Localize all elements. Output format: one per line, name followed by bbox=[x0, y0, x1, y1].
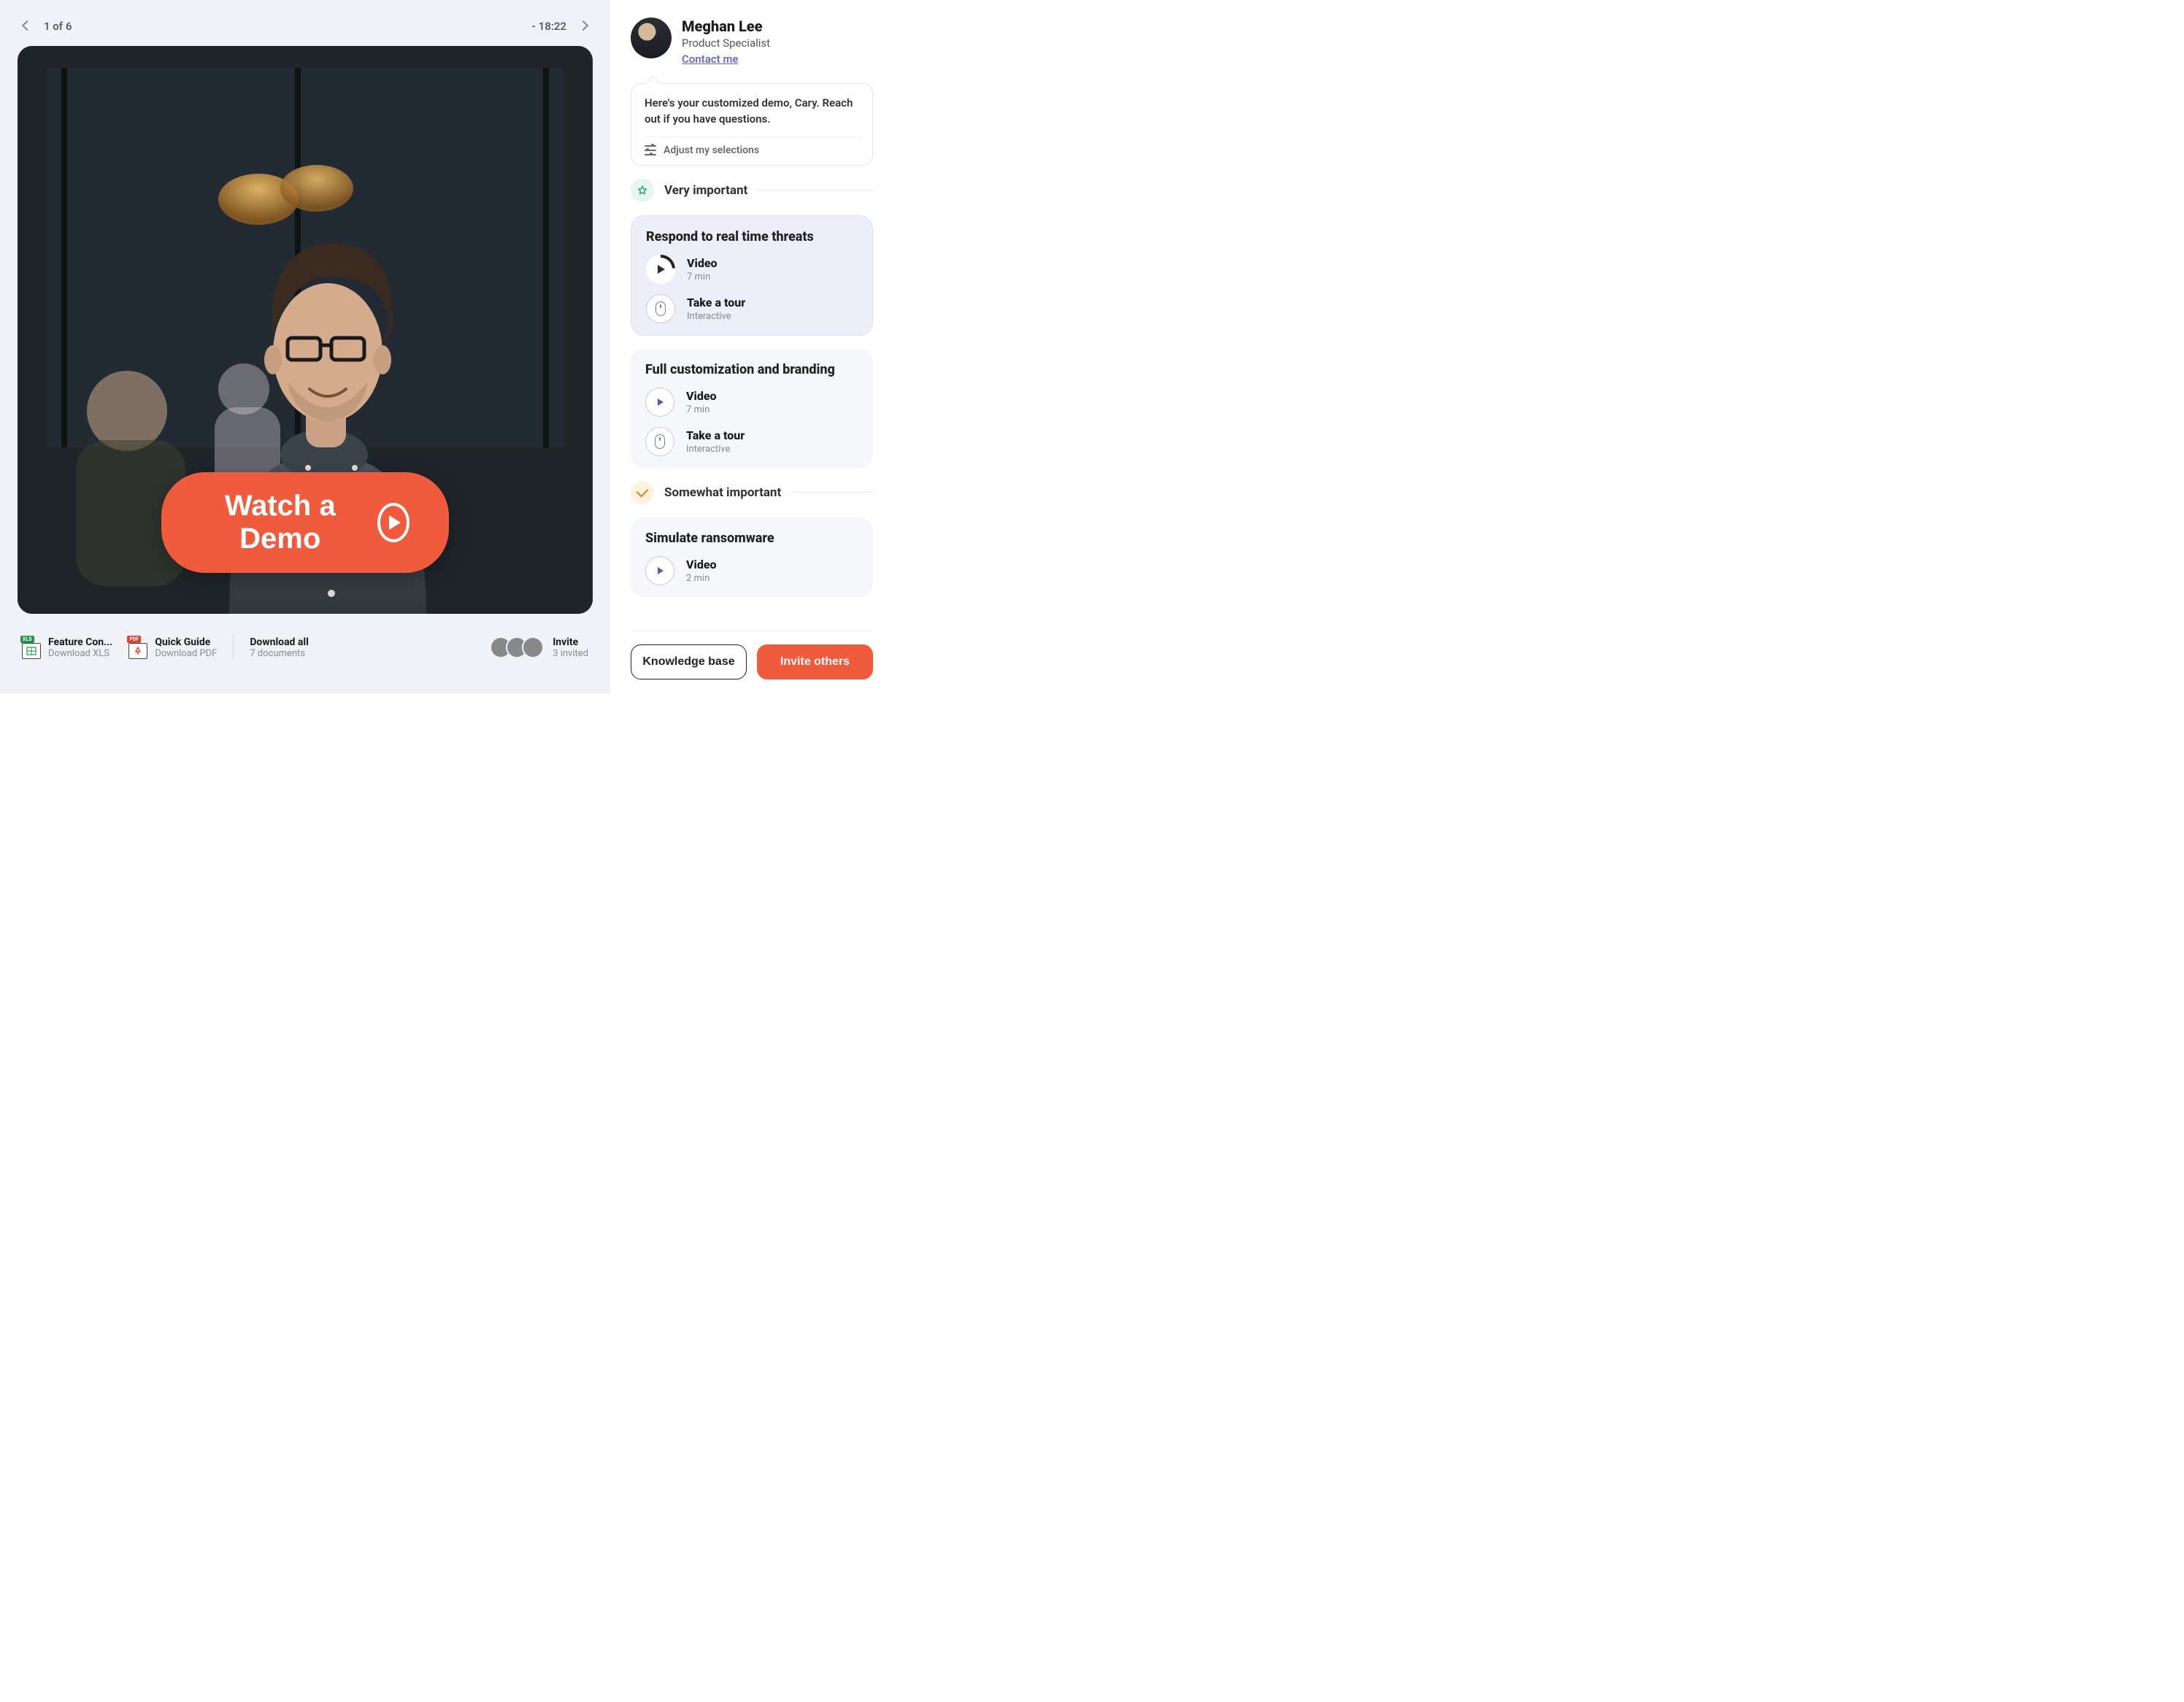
download-all-title: Download all bbox=[250, 636, 309, 648]
position-indicator: 1 of 6 bbox=[44, 20, 72, 33]
play-icon bbox=[377, 503, 410, 542]
play-icon bbox=[645, 556, 674, 585]
specialist-name: Meghan Lee bbox=[682, 18, 770, 35]
download-xls[interactable]: XLS Feature Con... Download XLS bbox=[22, 636, 112, 659]
main-top-bar: 1 of 6 - 18:22 bbox=[18, 18, 593, 34]
invite-block[interactable]: Invite 3 invited bbox=[490, 636, 588, 659]
sliders-icon bbox=[645, 145, 656, 156]
pdf-icon: PDF bbox=[128, 636, 147, 659]
importance-very-label: Very important bbox=[664, 183, 747, 198]
watch-demo-label: Watch a Demo bbox=[201, 490, 360, 555]
chevron-left-icon bbox=[22, 20, 32, 31]
play-icon bbox=[645, 388, 674, 417]
invite-sub: 3 invited bbox=[553, 648, 588, 659]
card-ransomware-video[interactable]: Video 2 min bbox=[645, 556, 858, 585]
card-threats-title: Respond to real time threats bbox=[646, 229, 858, 244]
xls-icon: XLS bbox=[22, 636, 41, 659]
importance-some-label: Somewhat important bbox=[664, 485, 781, 500]
card-ransomware: Simulate ransomware Video 2 min bbox=[631, 517, 873, 597]
card-branding-tour[interactable]: Take a tour Interactive bbox=[645, 427, 858, 456]
bubble-message: Here's your customized demo, Cary. Reach… bbox=[645, 96, 859, 128]
card-threats-tour[interactable]: Take a tour Interactive bbox=[646, 294, 858, 323]
download-all-sub: 7 documents bbox=[250, 648, 309, 659]
adjust-label: Adjust my selections bbox=[664, 145, 759, 156]
card-threats: Respond to real time threats Video 7 min… bbox=[631, 215, 873, 336]
specialist-role: Product Specialist bbox=[682, 36, 770, 50]
doc2-title: Quick Guide bbox=[155, 636, 217, 648]
doc1-sub: Download XLS bbox=[48, 648, 112, 659]
doc2-sub: Download PDF bbox=[155, 648, 217, 659]
invite-title: Invite bbox=[553, 636, 588, 648]
chevron-right-icon bbox=[578, 20, 588, 31]
star-icon bbox=[631, 179, 654, 202]
welcome-bubble: Here's your customized demo, Cary. Reach… bbox=[631, 83, 873, 166]
time-remaining: - 18:22 bbox=[531, 20, 566, 33]
watch-demo-button[interactable]: Watch a Demo bbox=[161, 472, 449, 573]
specialist-avatar bbox=[631, 18, 672, 58]
importance-somewhat: Somewhat important bbox=[631, 481, 873, 504]
invited-avatars bbox=[490, 636, 544, 658]
divider bbox=[233, 634, 234, 661]
card-branding: Full customization and branding Video 7 … bbox=[631, 349, 873, 468]
check-icon bbox=[631, 481, 654, 504]
card-ransomware-title: Simulate ransomware bbox=[645, 531, 858, 546]
download-all[interactable]: Download all 7 documents bbox=[250, 636, 309, 659]
mouse-icon bbox=[646, 294, 675, 323]
mouse-icon bbox=[645, 427, 674, 456]
progress-play-icon bbox=[646, 255, 675, 284]
importance-very: Very important bbox=[631, 179, 873, 202]
card-branding-video[interactable]: Video 7 min bbox=[645, 388, 858, 417]
knowledge-base-button[interactable]: Knowledge base bbox=[631, 644, 747, 679]
hero-video-preview[interactable]: Watch a Demo bbox=[18, 46, 593, 614]
sidebar: Meghan Lee Product Specialist Contact me… bbox=[610, 0, 891, 694]
specialist-block: Meghan Lee Product Specialist Contact me bbox=[631, 18, 873, 66]
prev-button[interactable] bbox=[20, 18, 34, 34]
downloads-bar: XLS Feature Con... Download XLS PDF Quic… bbox=[18, 634, 593, 661]
invite-others-button[interactable]: Invite others bbox=[757, 644, 873, 679]
doc1-title: Feature Con... bbox=[48, 636, 112, 648]
contact-me-link[interactable]: Contact me bbox=[682, 53, 738, 66]
next-button[interactable] bbox=[577, 18, 590, 34]
sidebar-footer: Knowledge base Invite others bbox=[631, 631, 873, 679]
download-pdf[interactable]: PDF Quick Guide Download PDF bbox=[128, 636, 217, 659]
card-threats-video[interactable]: Video 7 min bbox=[646, 255, 858, 284]
adjust-selections[interactable]: Adjust my selections bbox=[645, 145, 859, 156]
card-branding-title: Full customization and branding bbox=[645, 362, 858, 377]
